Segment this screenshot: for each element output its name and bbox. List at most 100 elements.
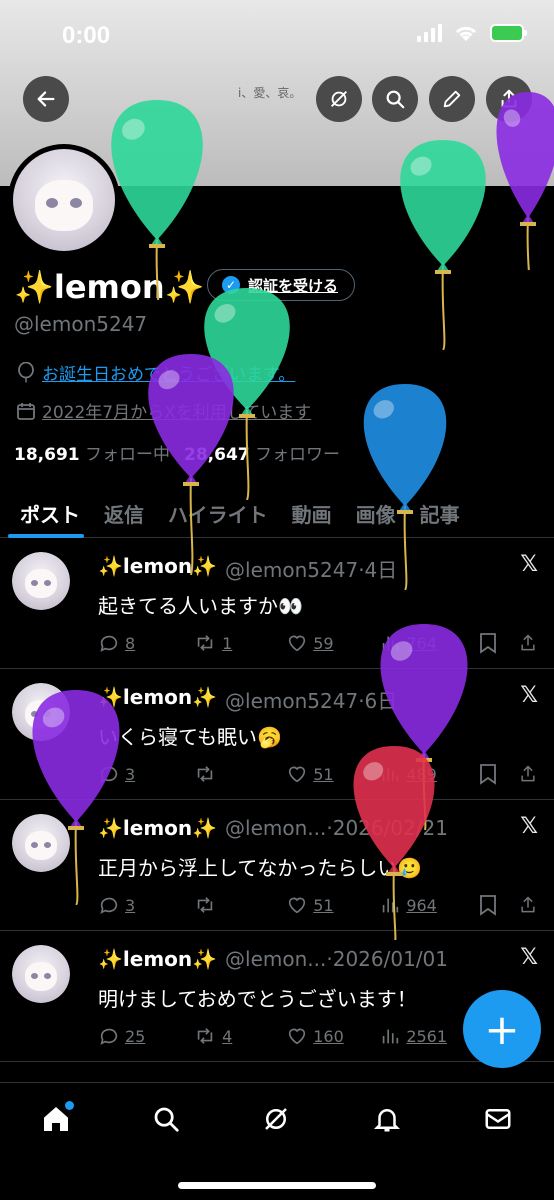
tweet-text: いくら寝ても眠い🥱 bbox=[98, 725, 282, 749]
following-link[interactable]: 18,691 フォロー中 bbox=[14, 440, 170, 465]
back-button[interactable] bbox=[23, 76, 69, 122]
like-count: 51 bbox=[313, 764, 334, 784]
tweet-actions: 8 1 59 764 bbox=[98, 632, 538, 654]
followers-link[interactable]: 28,647 フォロワー bbox=[184, 440, 340, 465]
heart-icon bbox=[289, 635, 306, 652]
tab-replies[interactable]: 返信 bbox=[92, 488, 156, 538]
views-button[interactable]: 764 bbox=[379, 632, 478, 654]
tweet-avatar[interactable] bbox=[12, 552, 70, 610]
verify-label: 認証を受ける bbox=[248, 276, 339, 295]
bar-chart-icon bbox=[383, 898, 399, 913]
tweet-author-name[interactable]: ✨lemon✨ bbox=[98, 554, 217, 583]
reply-button[interactable]: 8 bbox=[98, 632, 193, 654]
search-icon bbox=[154, 1107, 179, 1132]
search-icon bbox=[386, 90, 405, 109]
profile-handle: @lemon5247 bbox=[14, 312, 148, 336]
tab-media[interactable]: 画像 bbox=[344, 488, 408, 538]
tweet-author-name[interactable]: ✨lemon✨ bbox=[98, 947, 217, 971]
tweet-actions: 3 51 964 bbox=[98, 894, 538, 916]
nav-notifications[interactable] bbox=[369, 1101, 405, 1137]
tweet-actions: 3 51 489 bbox=[98, 763, 538, 785]
joined-text: 2022年7月からXを利用しています bbox=[42, 403, 312, 423]
x-logo-icon[interactable]: 𝕏 bbox=[520, 945, 538, 970]
bookmark-icon bbox=[480, 633, 497, 654]
birthday-row: お誕生日おめでとうございます。 bbox=[16, 360, 295, 385]
bookmark-button[interactable] bbox=[478, 894, 518, 916]
tweet-avatar[interactable] bbox=[12, 945, 70, 1003]
heart-icon bbox=[289, 766, 306, 783]
tab-articles[interactable]: 記事 bbox=[408, 488, 472, 538]
clock: 0:00 bbox=[62, 22, 111, 49]
birthday-link[interactable]: お誕生日おめでとうございます。 bbox=[42, 360, 295, 385]
x-logo-icon[interactable]: 𝕏 bbox=[520, 683, 538, 708]
tweet[interactable]: ✨lemon✨ @lemon5247·4日 𝕏 起きてる人いますか👀 8 1 59… bbox=[0, 538, 554, 669]
share-icon bbox=[501, 89, 517, 108]
arrow-left-icon bbox=[37, 91, 55, 107]
repost-button[interactable] bbox=[193, 763, 286, 785]
reply-button[interactable]: 3 bbox=[98, 894, 193, 916]
verified-badge-icon: ✓ bbox=[222, 276, 240, 294]
tab-label: 画像 bbox=[355, 502, 396, 527]
tweet-author-name[interactable]: ✨lemon✨ bbox=[98, 685, 217, 714]
view-count: 2561 bbox=[406, 1026, 448, 1046]
nav-home[interactable] bbox=[38, 1101, 74, 1137]
repost-button[interactable]: 1 bbox=[193, 632, 286, 654]
tab-videos[interactable]: 動画 bbox=[280, 488, 344, 538]
tweet-share-button[interactable] bbox=[518, 763, 538, 785]
tweet-share-button[interactable] bbox=[518, 894, 538, 916]
bookmark-icon bbox=[480, 764, 497, 785]
tweet[interactable]: ✨lemon✨ @lemon5247·6日 𝕏 いくら寝ても眠い🥱 3 51 48… bbox=[0, 669, 554, 800]
follow-stats: 18,691 フォロー中 28,647 フォロワー bbox=[14, 440, 340, 465]
nav-grok[interactable] bbox=[258, 1101, 294, 1137]
tab-posts[interactable]: ポスト bbox=[0, 488, 92, 538]
x-logo-icon[interactable]: 𝕏 bbox=[520, 814, 538, 839]
tweet-avatar[interactable] bbox=[12, 814, 70, 872]
tab-label: 記事 bbox=[419, 502, 460, 527]
bookmark-icon bbox=[480, 895, 497, 916]
repost-count: 4 bbox=[222, 1026, 233, 1046]
tweet-author-name[interactable]: ✨lemon✨ bbox=[98, 816, 217, 840]
wifi-icon bbox=[455, 26, 477, 41]
reply-icon bbox=[100, 635, 118, 652]
share-button[interactable] bbox=[486, 76, 532, 122]
profile-avatar[interactable] bbox=[8, 144, 120, 256]
reply-count: 3 bbox=[125, 895, 136, 915]
reply-count: 8 bbox=[125, 633, 136, 653]
status-icons bbox=[417, 24, 527, 42]
reply-count: 25 bbox=[125, 1026, 146, 1046]
tweet[interactable]: ✨lemon✨ @lemon...·2026/02/21 𝕏 正月から浮上してなか… bbox=[0, 800, 554, 931]
grok-button[interactable] bbox=[316, 76, 362, 122]
repost-count: 1 bbox=[222, 633, 233, 653]
tweet-handle-date: @lemon...·2026/02/21 bbox=[225, 816, 449, 840]
views-button[interactable]: 489 bbox=[379, 763, 478, 785]
tab-highlights[interactable]: ハイライト bbox=[156, 488, 280, 538]
nav-search[interactable] bbox=[148, 1101, 184, 1137]
tweet-share-button[interactable] bbox=[518, 632, 538, 654]
grok-icon bbox=[265, 1108, 287, 1130]
display-name: ✨lemon✨ bbox=[14, 268, 205, 306]
like-button[interactable]: 51 bbox=[286, 763, 379, 785]
repost-button[interactable] bbox=[193, 894, 286, 916]
views-button[interactable]: 964 bbox=[379, 894, 478, 916]
search-button[interactable] bbox=[372, 76, 418, 122]
like-button[interactable]: 51 bbox=[286, 894, 379, 916]
x-logo-icon[interactable]: 𝕏 bbox=[520, 552, 538, 577]
tweet-avatar[interactable] bbox=[12, 683, 70, 741]
like-button[interactable]: 59 bbox=[286, 632, 379, 654]
bookmark-button[interactable] bbox=[478, 632, 518, 654]
bookmark-button[interactable] bbox=[478, 763, 518, 785]
get-verified-button[interactable]: ✓ 認証を受ける bbox=[207, 269, 356, 301]
like-button[interactable]: 160 bbox=[286, 1025, 379, 1047]
reply-icon bbox=[100, 897, 118, 914]
home-indicator bbox=[178, 1182, 376, 1189]
balloon-decoration bbox=[204, 288, 290, 500]
like-count: 59 bbox=[313, 633, 334, 653]
followers-count: 28,647 bbox=[184, 445, 250, 465]
edit-button[interactable] bbox=[429, 76, 475, 122]
reply-button[interactable]: 3 bbox=[98, 763, 193, 785]
nav-messages[interactable] bbox=[480, 1101, 516, 1137]
profile-tabs: ポスト 返信 ハイライト 動画 画像 記事 bbox=[0, 488, 554, 538]
reply-button[interactable]: 25 bbox=[98, 1025, 193, 1047]
compose-button[interactable]: + bbox=[463, 990, 541, 1068]
repost-button[interactable]: 4 bbox=[193, 1025, 286, 1047]
